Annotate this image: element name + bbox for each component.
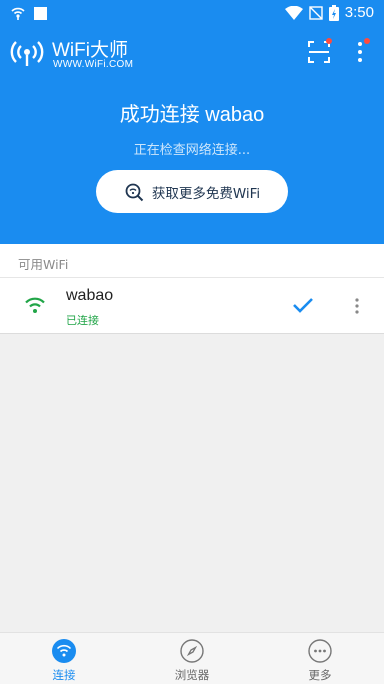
tab-browser-label: 浏览器: [174, 668, 210, 682]
notification-square-icon: [34, 6, 47, 20]
wifi-icon: [284, 5, 303, 20]
available-wifi-label: 可用WiFi: [18, 257, 69, 272]
no-sim-icon: [309, 5, 323, 20]
available-wifi-header: 可用WiFi: [0, 244, 384, 278]
scan-button[interactable]: [306, 38, 332, 65]
app-bar: WiFi大师 WWW.WiFi.COM: [0, 32, 384, 76]
menu-badge: [364, 38, 370, 44]
app-logo-icon: [10, 41, 44, 66]
scan-badge: [326, 38, 332, 44]
connection-status: 正在检查网络连接...: [133, 143, 251, 158]
wifi-ssid: wabao: [66, 287, 114, 304]
tab-browser[interactable]: 浏览器: [142, 633, 242, 684]
status-time: 3:50: [344, 4, 374, 21]
tab-more-label: 更多: [308, 668, 332, 682]
app-subtitle: WWW.WiFi.COM: [53, 59, 134, 70]
tab-more[interactable]: 更多: [270, 633, 370, 684]
wifi-signal-icon: [25, 297, 45, 313]
more-vertical-icon[interactable]: [350, 296, 364, 316]
wifi-connection-status: 已连接: [66, 314, 99, 327]
more-menu-button[interactable]: [350, 38, 370, 65]
battery-charging-icon: [328, 4, 339, 21]
more-horizontal-icon: [308, 639, 332, 663]
bottom-navigation: 连接 浏览器 更多: [0, 632, 384, 684]
header-area: 3:50 WiFi大师 WWW.WiFi.COM 成功连接 wabao 正在检查…: [0, 0, 384, 244]
get-more-wifi-button[interactable]: 获取更多免费WiFi: [96, 170, 288, 213]
wifi-list-item[interactable]: wabao 已连接: [0, 278, 384, 334]
compass-icon: [180, 639, 204, 663]
wifi-icon: [52, 639, 76, 663]
status-bar: 3:50: [0, 0, 384, 28]
connection-title: 成功连接 wabao: [119, 104, 265, 126]
tab-connect-label: 连接: [52, 668, 76, 682]
tab-connect[interactable]: 连接: [14, 633, 114, 684]
search-wifi-icon: [125, 183, 144, 201]
app-title: WiFi大师: [52, 40, 128, 61]
check-icon: [293, 298, 313, 313]
get-more-wifi-label: 获取更多免费WiFi: [151, 185, 261, 202]
wifi-signal-icon: [11, 7, 25, 20]
